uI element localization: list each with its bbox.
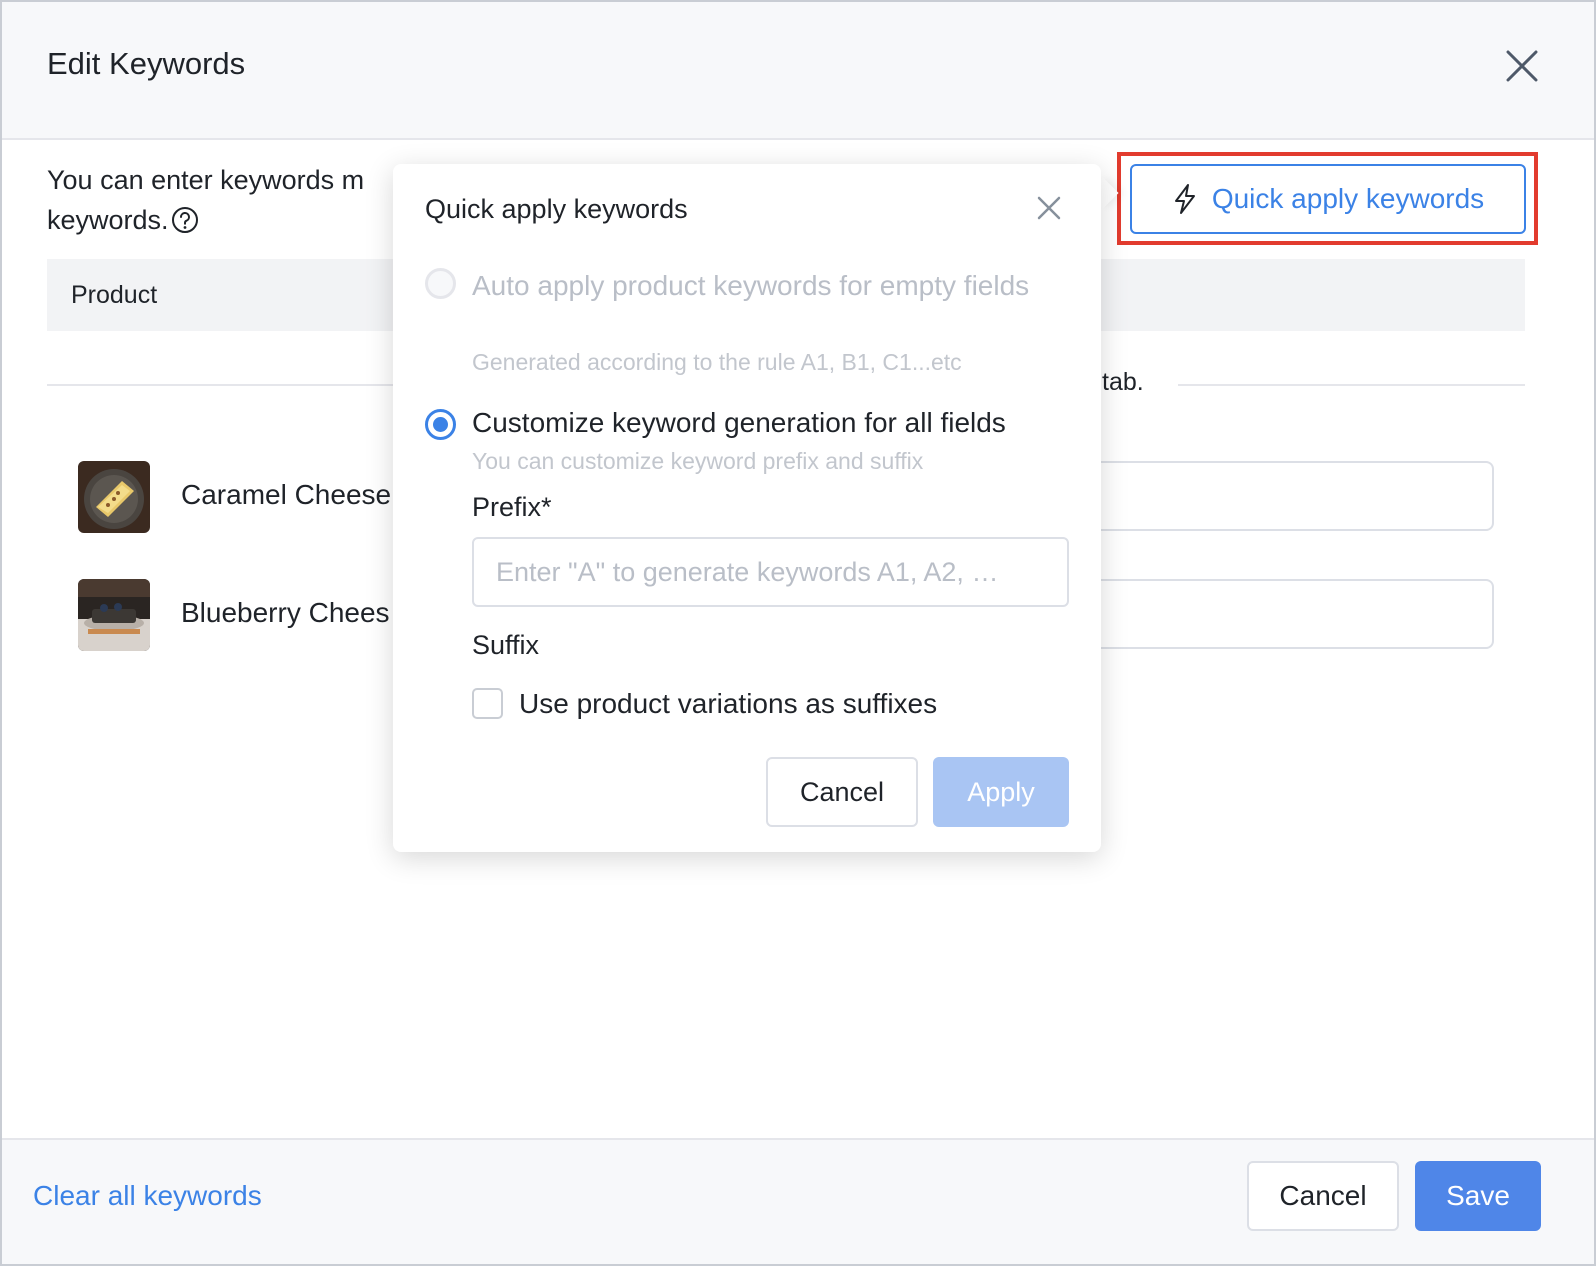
product-row: Blueberry Chees xyxy=(78,579,408,651)
product-thumbnail xyxy=(78,461,150,533)
save-button[interactable]: Save xyxy=(1415,1161,1541,1231)
modal-footer: Clear all keywords Cancel Save xyxy=(2,1138,1594,1264)
cancel-button[interactable]: Cancel xyxy=(1247,1161,1399,1231)
prefix-input[interactable] xyxy=(472,537,1069,607)
quick-apply-label: Quick apply keywords xyxy=(1211,183,1485,214)
lightning-icon xyxy=(1174,184,1195,214)
modal-title: Edit Keywords xyxy=(47,46,246,81)
suffix-label: Suffix xyxy=(472,630,540,660)
clear-all-keywords-link[interactable]: Clear all keywords xyxy=(33,1180,262,1212)
edit-keywords-modal: Edit Keywords You can enter keywords m k… xyxy=(0,0,1596,1266)
option-customize-label: Customize keyword generation for all fie… xyxy=(472,407,1006,438)
option-auto-apply-description: Generated according to the rule A1, B1, … xyxy=(472,349,962,375)
divider xyxy=(1178,384,1525,386)
intro-line-2: keywords. xyxy=(47,200,407,240)
radio-customize[interactable] xyxy=(425,409,456,440)
keyword-input[interactable] xyxy=(1092,579,1494,649)
quick-apply-popover: Quick apply keywords Auto apply product … xyxy=(393,164,1101,852)
help-circle-icon[interactable] xyxy=(171,205,199,233)
column-product: Product xyxy=(71,281,158,309)
option-customize-description: You can customize keyword prefix and suf… xyxy=(472,448,924,474)
variations-suffix-label[interactable]: Use product variations as suffixes xyxy=(519,688,937,720)
popover-apply-button[interactable]: Apply xyxy=(933,757,1069,827)
product-thumbnail xyxy=(78,579,150,651)
radio-auto-apply[interactable] xyxy=(425,268,456,299)
close-icon[interactable] xyxy=(1035,194,1063,222)
prefix-label: Prefix* xyxy=(472,492,552,522)
intro-line-1: You can enter keywords m xyxy=(47,165,365,195)
product-name: Caramel Cheese xyxy=(181,479,392,510)
popover-title: Quick apply keywords xyxy=(425,194,688,224)
intro-text: You can enter keywords m keywords. xyxy=(47,160,407,240)
close-icon[interactable] xyxy=(1502,46,1542,86)
product-name: Blueberry Chees xyxy=(181,597,390,628)
variations-suffix-checkbox[interactable] xyxy=(472,688,503,719)
divider xyxy=(47,384,397,386)
quick-apply-keywords-button[interactable]: Quick apply keywords xyxy=(1130,164,1526,234)
keyword-input[interactable] xyxy=(1092,461,1494,531)
product-row: Caramel Cheese xyxy=(78,461,408,533)
modal-header: Edit Keywords xyxy=(2,2,1594,140)
option-auto-apply-label: Auto apply product keywords for empty fi… xyxy=(472,270,1030,301)
popover-cancel-button[interactable]: Cancel xyxy=(766,757,918,827)
intro-line-2-text: keywords. xyxy=(47,205,169,235)
info-text-fragment: tab. xyxy=(1102,368,1144,396)
